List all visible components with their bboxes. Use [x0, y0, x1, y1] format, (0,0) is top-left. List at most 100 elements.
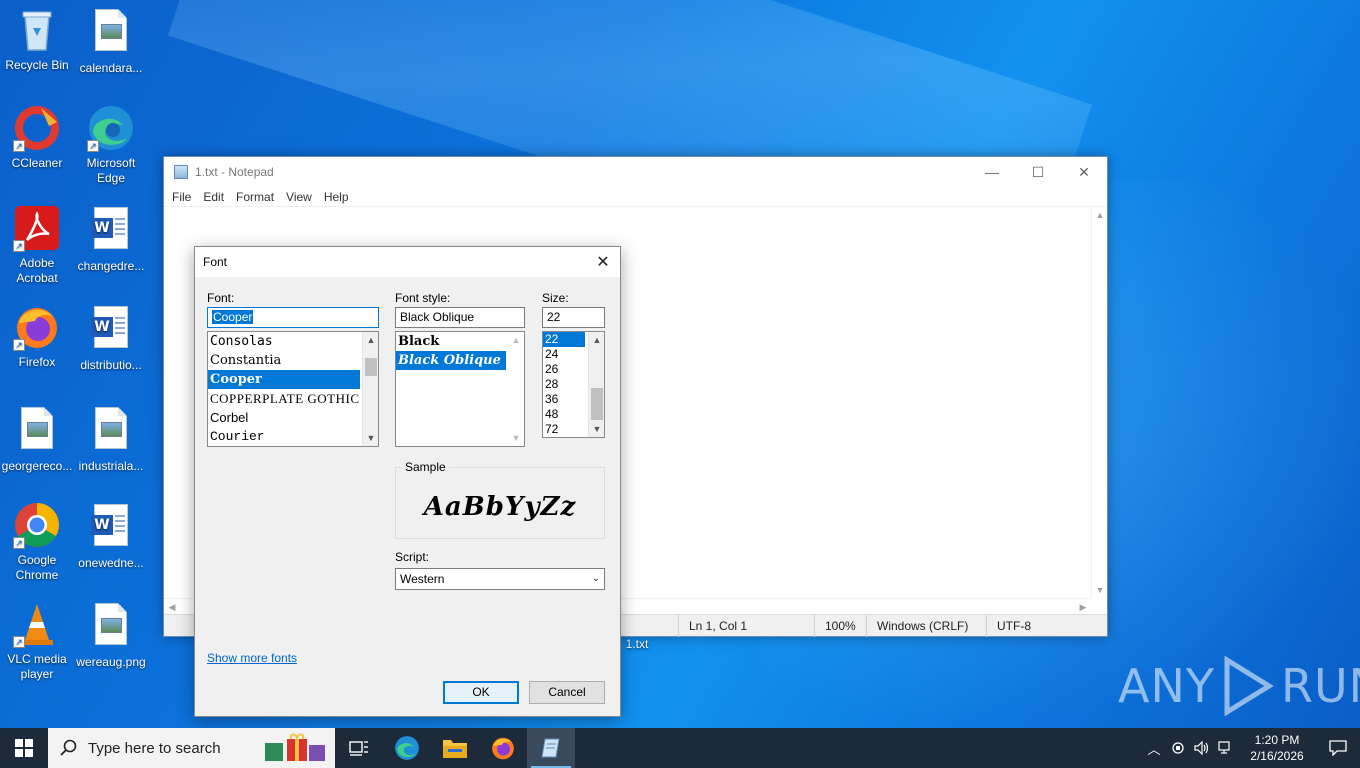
desktop-icon-recycle-bin[interactable]: Recycle Bin [0, 6, 74, 73]
notepad-vertical-scrollbar[interactable]: ▲ ▼ [1091, 207, 1107, 598]
shortcut-arrow-icon: ↗ [13, 140, 25, 152]
font-style-scrollbar[interactable]: ▲ ▼ [508, 332, 524, 446]
size-list-scrollbar[interactable]: ▲ ▼ [588, 332, 604, 437]
desktop-icon-microsoft-edge[interactable]: ↗ Microsoft Edge [74, 104, 148, 186]
font-dialog-title-bar[interactable]: Font ✕ [195, 247, 620, 277]
taskbar-search-box[interactable]: Type here to search [48, 728, 335, 768]
minimize-icon[interactable]: — [969, 157, 1015, 187]
font-list-item[interactable]: Consolas [208, 332, 378, 351]
chevron-up-icon[interactable]: ▲ [589, 332, 604, 348]
font-name-value: Cooper [212, 310, 254, 324]
scroll-up-icon[interactable]: ▲ [1092, 207, 1108, 223]
desktop-icon-google-chrome[interactable]: ↗ Google Chrome [0, 501, 74, 583]
volume-icon[interactable] [1190, 728, 1214, 768]
font-dialog[interactable]: Font ✕ Font: Cooper Consolas Constantia … [194, 246, 621, 717]
recycle-bin-icon [13, 6, 61, 54]
font-style-item-selected[interactable]: Black Oblique [396, 351, 506, 370]
size-list[interactable]: 22 24 26 28 36 48 72 ▲ ▼ [542, 331, 605, 438]
desktop-icon-label: Recycle Bin [5, 58, 69, 72]
close-icon[interactable]: ✕ [586, 247, 620, 277]
font-list-item-selected[interactable]: Cooper [208, 370, 360, 389]
menu-file[interactable]: File [166, 190, 197, 204]
status-line-ending: Windows (CRLF) [866, 615, 986, 637]
scroll-thumb[interactable] [365, 358, 377, 376]
task-view-button[interactable] [335, 728, 383, 768]
maximize-icon[interactable]: ☐ [1015, 157, 1061, 187]
chevron-up-icon[interactable]: ︿ [1142, 728, 1166, 768]
notepad-title-bar[interactable]: 1.txt - Notepad — ☐ ✕ [164, 157, 1107, 187]
scroll-right-icon[interactable]: ▶ [1075, 599, 1091, 615]
desktop-icon-distributio[interactable]: W distributio... [74, 303, 148, 373]
firefox-icon: ↗ [13, 303, 61, 351]
meet-now-icon[interactable] [1166, 728, 1190, 768]
shortcut-arrow-icon: ↗ [87, 140, 99, 152]
desktop-icon-ccleaner[interactable]: ↗ CCleaner [0, 104, 74, 171]
font-list-scrollbar[interactable]: ▲ ▼ [362, 332, 378, 446]
font-style-item[interactable]: Black [396, 332, 524, 351]
font-dialog-title: Font [203, 255, 228, 269]
taskbar-file-explorer[interactable] [431, 728, 479, 768]
edge-icon: ↗ [87, 104, 135, 152]
desktop-icon-vlc[interactable]: ↗ VLC media player [0, 600, 74, 682]
size-input[interactable]: 22 [542, 307, 605, 328]
desktop-icon-industriala[interactable]: industriala... [74, 404, 148, 474]
script-label: Script: [395, 550, 430, 564]
font-list-item[interactable]: Courier [208, 427, 378, 446]
chrome-icon: ↗ [13, 501, 61, 549]
taskbar-edge[interactable] [383, 728, 431, 768]
menu-view[interactable]: View [280, 190, 318, 204]
status-zoom: 100% [814, 615, 866, 637]
word-document-icon: W [87, 207, 135, 255]
notification-center-button[interactable] [1316, 728, 1360, 768]
font-style-list[interactable]: Black Black Oblique ▲ ▼ [395, 331, 525, 447]
font-list[interactable]: Consolas Constantia Cooper COPPERPLATE G… [207, 331, 379, 447]
desktop-icon-georgereco[interactable]: georgereco... [0, 404, 74, 474]
task-view-icon [349, 741, 368, 756]
chevron-down-icon[interactable]: ▼ [363, 430, 378, 446]
taskbar-notepad[interactable] [527, 728, 575, 768]
font-style-input[interactable]: Black Oblique [395, 307, 525, 328]
taskbar-clock[interactable]: 1:20 PM 2/16/2026 [1238, 732, 1316, 764]
start-button[interactable] [0, 728, 48, 768]
chevron-down-icon[interactable]: ▼ [508, 430, 524, 446]
show-more-fonts-link[interactable]: Show more fonts [207, 651, 297, 665]
taskbar-firefox[interactable] [479, 728, 527, 768]
notepad-icon [541, 738, 560, 758]
size-item-selected[interactable]: 22 [543, 332, 585, 347]
font-style-label: Font style: [395, 291, 451, 305]
ok-button[interactable]: OK [443, 681, 519, 704]
image-file-icon [87, 407, 135, 455]
menu-help[interactable]: Help [318, 190, 355, 204]
desktop-icon-firefox[interactable]: ↗ Firefox [0, 303, 74, 370]
font-list-item[interactable]: COPPERPLATE GOTHIC [208, 389, 378, 408]
watermark-right-text: RUN [1280, 659, 1360, 713]
scroll-thumb[interactable] [591, 388, 603, 420]
menu-edit[interactable]: Edit [197, 190, 230, 204]
chevron-up-icon[interactable]: ▲ [363, 332, 378, 348]
close-icon[interactable]: ✕ [1061, 157, 1107, 187]
font-list-item[interactable]: Corbel [208, 408, 378, 427]
network-icon[interactable] [1214, 728, 1238, 768]
font-name-input[interactable]: Cooper [207, 307, 379, 328]
cancel-button[interactable]: Cancel [529, 681, 605, 704]
search-highlight-gifts-icon[interactable] [261, 733, 329, 763]
chevron-down-icon[interactable]: ▼ [589, 421, 604, 437]
desktop-icon-changedre[interactable]: W changedre... [74, 204, 148, 274]
desktop-icon-label: VLC media player [7, 652, 67, 681]
font-list-item[interactable]: Constantia [208, 351, 378, 370]
notepad-title: 1.txt - Notepad [195, 165, 274, 179]
status-encoding: UTF-8 [986, 615, 1106, 637]
folder-icon [443, 740, 467, 758]
desktop-icon-onewedne[interactable]: W onewedne... [74, 501, 148, 571]
chevron-up-icon[interactable]: ▲ [508, 332, 524, 348]
chevron-down-icon: ⌄ [591, 573, 600, 584]
scroll-down-icon[interactable]: ▼ [1092, 582, 1108, 598]
desktop-icon-adobe-acrobat[interactable]: ↗ Adobe Acrobat [0, 204, 74, 286]
script-select[interactable]: Western ⌄ [395, 568, 605, 590]
desktop-icon-wereaug[interactable]: wereaug.png [74, 600, 148, 670]
desktop-icon-calendara[interactable]: calendara... [74, 6, 148, 76]
clock-date: 2/16/2026 [1250, 749, 1304, 763]
scroll-left-icon[interactable]: ◀ [164, 599, 180, 615]
menu-format[interactable]: Format [230, 190, 280, 204]
image-file-icon [87, 9, 135, 57]
